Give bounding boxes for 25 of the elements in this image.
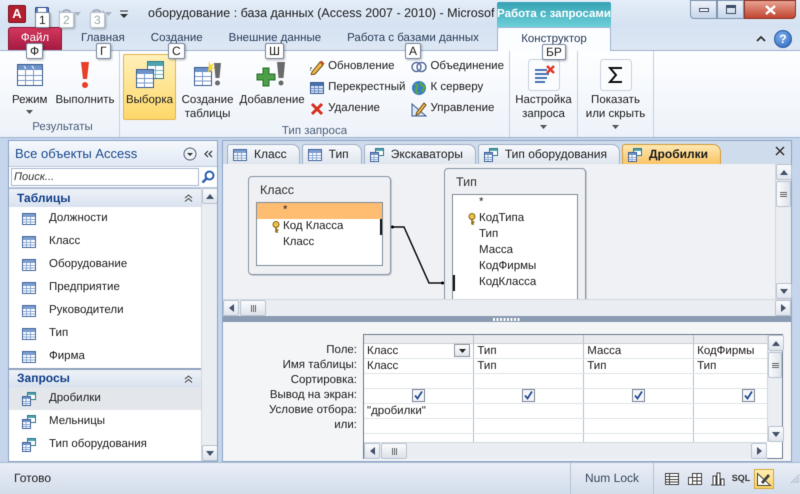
keytip-tooltip: 1 (35, 12, 50, 28)
keytip-tooltip: С (168, 43, 185, 59)
row-label: Вывод на экран: (268, 388, 358, 403)
keytip-tooltip: А (405, 43, 422, 59)
status-text: Готово (14, 471, 52, 486)
nav-pane-title: Все объекты Access (15, 146, 138, 162)
row-label: Сортировка: (290, 373, 358, 388)
keytip-tooltip: Ш (265, 43, 284, 59)
group-label: Результаты (31, 121, 94, 135)
group-label: Тип запроса (280, 124, 348, 139)
table-title: Тип (455, 174, 478, 191)
keytip-tooltip: 2 (59, 12, 74, 28)
row-label: Поле: (325, 343, 358, 358)
keytip-tooltip: БР (542, 44, 566, 60)
table-title: Класс (259, 182, 296, 199)
row-label: Имя таблицы: (282, 358, 358, 373)
window-title: оборудование : база данных (Access 2007 - 2010) - Microsof (148, 5, 496, 22)
keytip-tooltip: Г (96, 43, 110, 59)
app-logo: A (8, 4, 26, 22)
keytip-tooltip: 3 (90, 12, 105, 28)
context-tab-group: Работа с запросами (497, 2, 611, 27)
row-label: или: (333, 418, 358, 433)
status-indicator: Num Lock (570, 463, 653, 494)
row-label: Условие отбора: (268, 403, 358, 418)
keytip-tooltip: Ф (26, 43, 44, 59)
